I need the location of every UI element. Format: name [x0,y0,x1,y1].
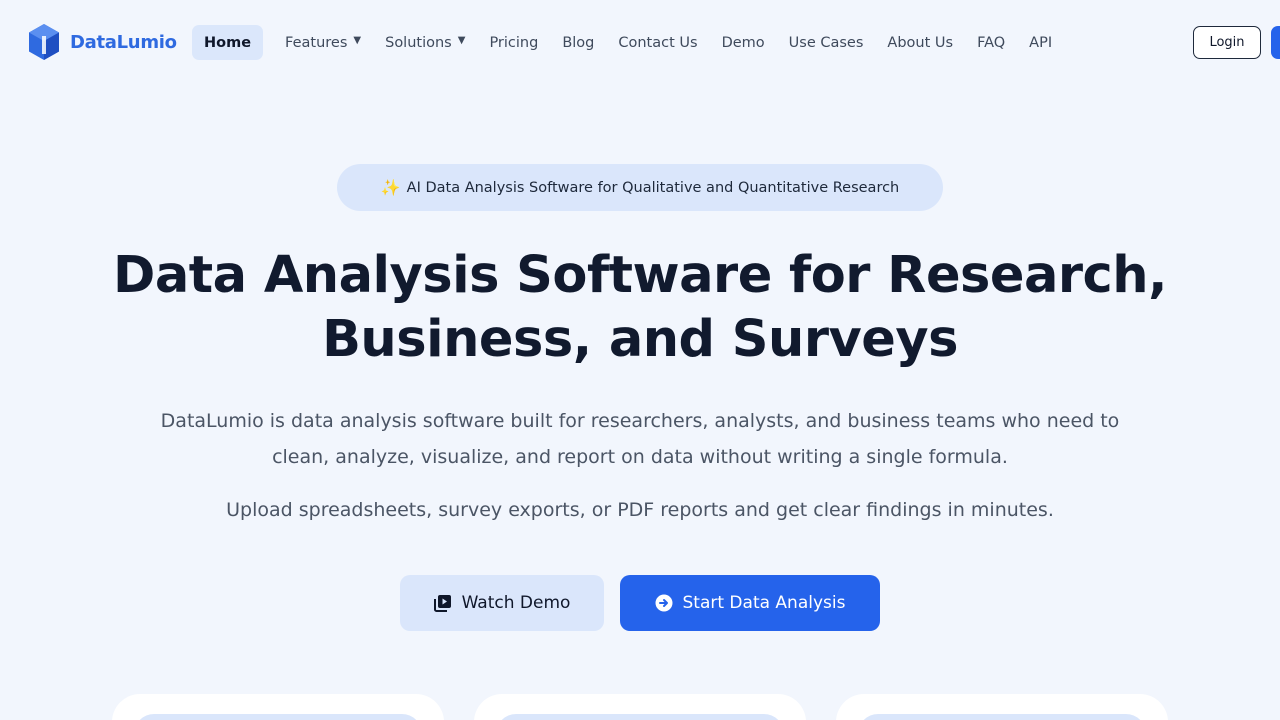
page-title: Data Analysis Software for Research, Bus… [90,244,1190,372]
nav-label: Use Cases [788,34,864,51]
card-preview [496,714,784,720]
nav-links: Home Features ▼ Solutions ▼ Pricing Blog… [192,25,1052,60]
card-preview [858,714,1146,720]
navbar: DataLumio Home Features ▼ Solutions ▼ Pr… [0,0,1280,84]
nav-item-api[interactable]: API [1029,25,1052,60]
login-button[interactable]: Login [1193,26,1261,59]
nav-item-contact-us[interactable]: Contact Us [618,25,697,60]
nav-item-faq[interactable]: FAQ [977,25,1005,60]
nav-label: About Us [887,34,954,51]
title-line-2: Business, and Surveys [322,310,958,369]
nav-label: Pricing [489,34,539,51]
logo[interactable]: DataLumio [28,23,177,61]
hero-subtitle-secondary: Upload spreadsheets, survey exports, or … [226,499,1054,521]
nav-item-blog[interactable]: Blog [562,25,594,60]
feature-card [474,694,806,720]
feature-card [112,694,444,720]
sparkles-icon: ✨ [380,178,401,197]
title-line-1: Data Analysis Software for Research, [113,246,1167,305]
nav-label: Demo [721,34,765,51]
feature-card [836,694,1168,720]
brand-name: DataLumio [70,31,177,53]
cube-logo-icon [29,24,59,60]
nav-item-demo[interactable]: Demo [722,25,765,60]
nav-item-solutions[interactable]: Solutions ▼ [385,25,465,60]
nav-item-pricing[interactable]: Pricing [489,25,538,60]
nav-label: Blog [562,34,595,51]
nav-label: Features [285,34,348,51]
nav-item-about-us[interactable]: About Us [887,25,953,60]
video-library-icon [433,595,451,612]
nav-label: API [1029,34,1053,51]
hero-subtitle: DataLumio is data analysis software buil… [160,410,1120,468]
arrow-circle-right-icon [655,594,672,612]
nav-item-home[interactable]: Home [192,25,264,60]
nav-label: Home [204,34,252,51]
nav-label: FAQ [977,34,1006,51]
caret-down-icon: ▼ [457,35,466,46]
nav-label: Contact Us [618,34,698,51]
watch-demo-button[interactable]: Watch Demo [400,575,604,631]
caret-down-icon: ▼ [353,35,362,46]
nav-item-use-cases[interactable]: Use Cases [789,25,864,60]
badge-text: AI Data Analysis Software for Qualitativ… [406,179,900,196]
watch-demo-label: Watch Demo [461,593,571,613]
hero-badge: ✨ AI Data Analysis Software for Qualitat… [337,164,943,211]
card-preview [134,714,422,720]
nav-label: Solutions [385,34,452,51]
signup-button[interactable] [1271,26,1280,59]
start-data-analysis-button[interactable]: Start Data Analysis [620,575,880,631]
start-analysis-label: Start Data Analysis [682,593,846,613]
nav-item-features[interactable]: Features ▼ [285,25,361,60]
